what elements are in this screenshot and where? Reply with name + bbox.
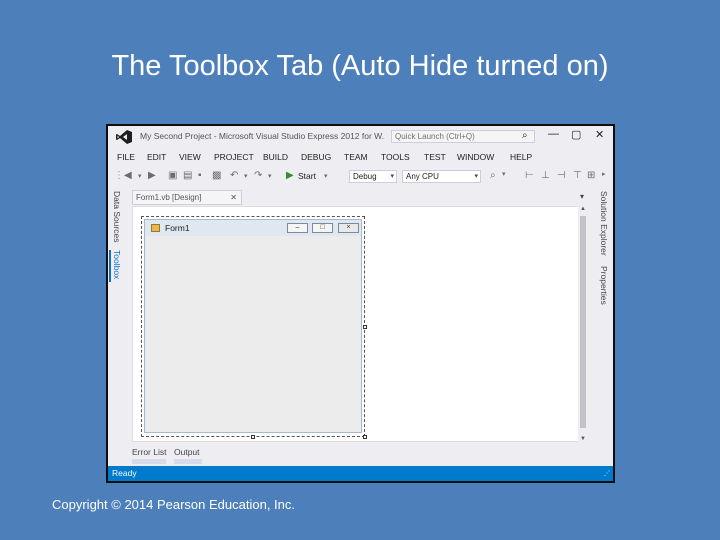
resize-handle-bottom[interactable] <box>251 435 255 439</box>
platform-value: Any CPU <box>406 172 439 181</box>
back-dropdown-icon[interactable]: ▾ <box>138 172 142 180</box>
vertical-scrollbar[interactable]: ▲ ▼ <box>578 206 588 442</box>
output-tab[interactable]: Output <box>174 447 200 457</box>
toolbar-more-icon[interactable]: ▸ <box>602 170 606 178</box>
menu-file[interactable]: FILE <box>117 152 135 162</box>
status-text: Ready <box>112 468 137 478</box>
align-top-icon[interactable]: ⊤ <box>573 170 582 181</box>
menu-edit[interactable]: EDIT <box>147 152 166 162</box>
slide-title: The Toolbox Tab (Auto Hide turned on) <box>111 50 609 82</box>
scroll-down-icon[interactable]: ▼ <box>580 436 586 442</box>
align-right-icon[interactable]: ⊣ <box>557 170 566 181</box>
configuration-value: Debug <box>353 172 377 181</box>
form1-title: Form1 <box>165 223 190 233</box>
left-auto-hide-strip: Data Sources Toolbox <box>108 187 128 466</box>
minimize-button[interactable]: — <box>548 128 559 140</box>
toolbox-tab[interactable]: Toolbox <box>112 250 122 279</box>
copyright-notice: Copyright © 2014 Pearson Education, Inc. <box>52 497 296 512</box>
chevron-down-icon: ▾ <box>474 173 478 180</box>
configuration-select[interactable]: Debug ▾ <box>349 170 397 183</box>
quick-launch-input[interactable]: Quick Launch (Ctrl+Q) <box>391 130 535 143</box>
toolbar-grip-icon: ⋮ <box>114 170 124 181</box>
form-minimize-button[interactable]: – <box>287 223 308 233</box>
solution-explorer-tab[interactable]: Solution Explorer <box>599 191 609 256</box>
menu-test[interactable]: TEST <box>424 152 446 162</box>
undo-dropdown-icon[interactable]: ▾ <box>244 172 248 180</box>
error-list-tab[interactable]: Error List <box>132 447 166 457</box>
form1-window[interactable]: Form1 – □ × <box>144 219 362 433</box>
start-button[interactable]: Start <box>298 171 316 181</box>
find-icon[interactable]: ⌕ <box>490 170 496 181</box>
window-title: My Second Project - Microsoft Visual Stu… <box>140 131 385 141</box>
data-sources-tab[interactable]: Data Sources <box>112 191 122 243</box>
forward-icon[interactable]: ▶ <box>148 170 156 181</box>
menu-view[interactable]: VIEW <box>179 152 201 162</box>
back-icon[interactable]: ◀ <box>124 170 132 181</box>
start-icon[interactable]: ▶ <box>286 170 294 181</box>
resize-grip-icon[interactable]: ⋰ <box>604 470 610 477</box>
title-bar: My Second Project - Microsoft Visual Stu… <box>108 126 613 148</box>
save-all-icon[interactable]: ▩ <box>212 170 221 181</box>
new-project-icon[interactable]: ▣ <box>168 170 177 181</box>
save-icon[interactable]: ▪ <box>198 170 202 181</box>
toolbox-tab-indicator <box>109 250 111 282</box>
align-middle-icon[interactable]: ⊞ <box>587 170 595 181</box>
chevron-down-icon: ▾ <box>390 173 394 180</box>
start-dropdown-icon[interactable]: ▾ <box>324 172 328 180</box>
output-tab-indicator <box>174 459 202 464</box>
menu-help[interactable]: HELP <box>510 152 532 162</box>
scrollbar-thumb[interactable] <box>580 216 586 428</box>
scroll-up-icon[interactable]: ▲ <box>580 206 586 212</box>
close-tab-icon[interactable]: ✕ <box>230 191 237 204</box>
undo-icon[interactable]: ↶ <box>230 170 238 181</box>
form-maximize-button[interactable]: □ <box>312 223 333 233</box>
menu-build[interactable]: BUILD <box>263 152 288 162</box>
search-icon[interactable]: ⌕ <box>522 130 528 141</box>
toolbar-overflow-icon[interactable]: ▾ <box>502 170 506 178</box>
status-bar: Ready ⋰ <box>108 466 613 481</box>
align-left-icon[interactable]: ⊢ <box>525 170 534 181</box>
menu-bar: FILE EDIT VIEW PROJECT BUILD DEBUG TEAM … <box>108 150 613 166</box>
document-tab-label: Form1.vb [Design] <box>136 193 202 202</box>
right-auto-hide-strip: Solution Explorer Properties <box>594 187 613 466</box>
error-list-tab-indicator <box>132 459 166 464</box>
menu-team[interactable]: TEAM <box>344 152 368 162</box>
form-close-button[interactable]: × <box>338 223 359 233</box>
resize-handle-right[interactable] <box>363 325 367 329</box>
standard-toolbar: ⋮ ◀ ▾ ▶ ▣ ▤ ▪ ▩ ↶ ▾ ↷ ▾ ▶ Start ▾ Debug … <box>108 167 613 186</box>
properties-tab[interactable]: Properties <box>599 266 609 305</box>
form-icon <box>151 224 160 232</box>
align-center-icon[interactable]: ⊥ <box>541 170 550 181</box>
chevron-down-icon[interactable]: ▾ <box>580 192 584 201</box>
resize-handle-corner[interactable] <box>363 435 367 439</box>
menu-project[interactable]: PROJECT <box>214 152 254 162</box>
visual-studio-window: My Second Project - Microsoft Visual Stu… <box>106 124 615 483</box>
platform-select[interactable]: Any CPU ▾ <box>402 170 481 183</box>
visual-studio-logo-icon <box>116 130 132 144</box>
open-file-icon[interactable]: ▤ <box>183 170 192 181</box>
redo-icon[interactable]: ↷ <box>254 170 262 181</box>
redo-dropdown-icon[interactable]: ▾ <box>268 172 272 180</box>
maximize-button[interactable]: ▢ <box>571 128 581 141</box>
close-button[interactable]: ✕ <box>595 128 604 141</box>
menu-debug[interactable]: DEBUG <box>301 152 331 162</box>
form1-title-bar: Form1 – □ × <box>145 220 361 236</box>
menu-tools[interactable]: TOOLS <box>381 152 410 162</box>
menu-window[interactable]: WINDOW <box>457 152 494 162</box>
document-tab-form1-design[interactable]: Form1.vb [Design] ✕ <box>132 190 242 205</box>
